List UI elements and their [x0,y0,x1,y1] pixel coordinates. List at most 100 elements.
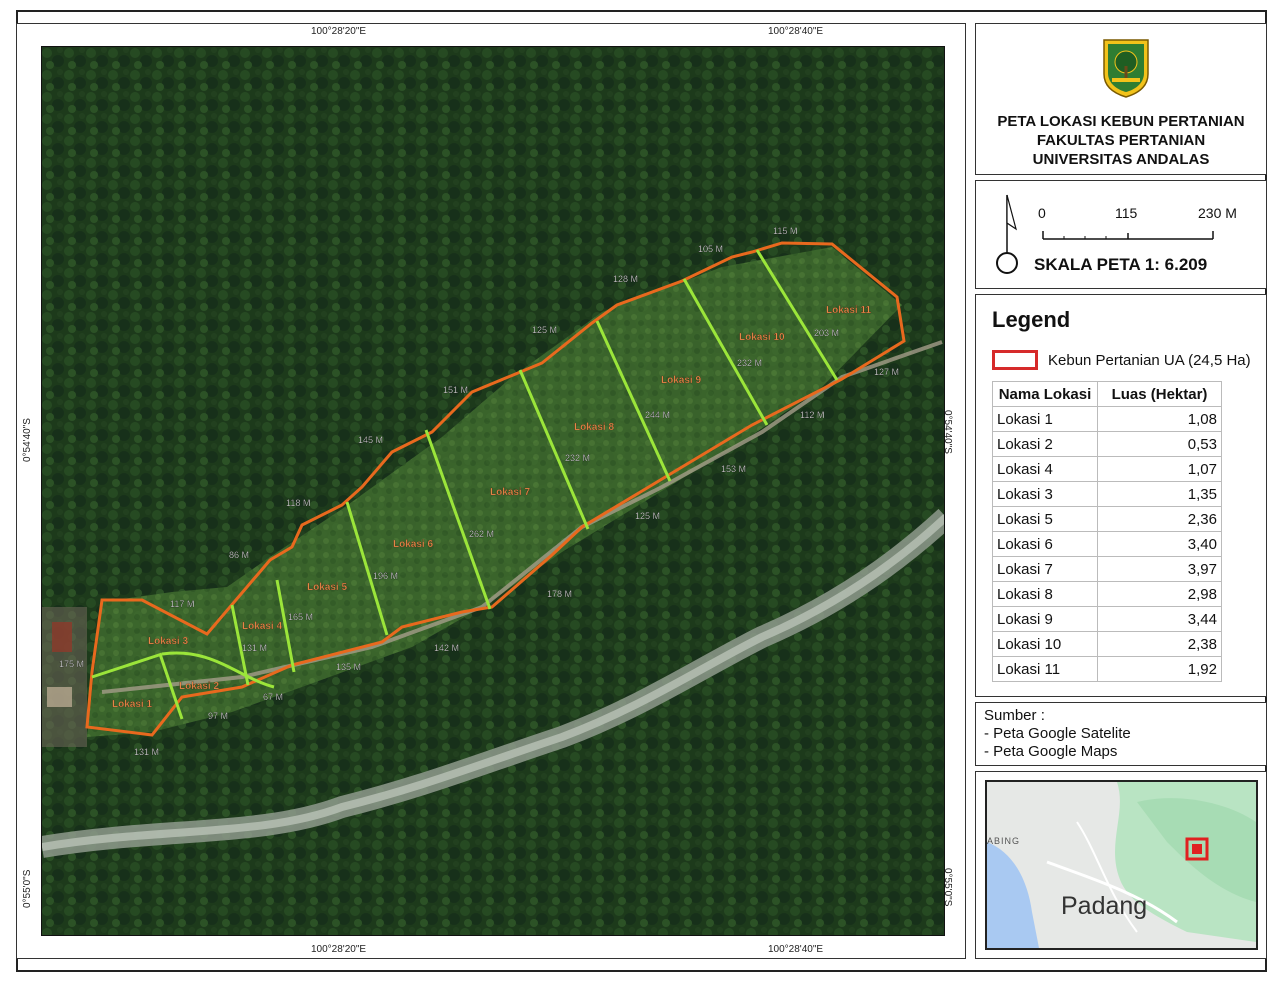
cell-luas: 3,97 [1097,556,1222,582]
lot-label: Lokasi 8 [574,422,614,433]
measure-label: 262 M [469,529,494,539]
cell-luas: 1,08 [1097,406,1222,432]
measure-label: 127 M [874,367,899,377]
cell-luas: 3,40 [1097,531,1222,557]
measure-label: 112 M [800,410,824,420]
coord-left-upper: 0°54'40"S [22,418,33,462]
title-panel: PETA LOKASI KEBUN PERTANIAN FAKULTAS PER… [975,23,1267,175]
map-svg: Lokasi 1 Lokasi 2 Lokasi 3 Lokasi 4 Loka… [42,47,944,935]
measure-label: 115 M [773,226,797,236]
inset-panel: ABING Padang [975,771,1267,959]
measure-label: 125 M [635,511,660,521]
lot-label: Lokasi 11 [826,305,871,316]
cell-lokasi: Lokasi 2 [992,431,1098,457]
measure-label: 131 M [134,747,159,757]
table-row: Lokasi 8 2,98 [992,581,1222,607]
coord-bottom-left: 100°28'20"E [311,944,367,955]
measure-label: 125 M [532,325,557,335]
lot-label: Lokasi 6 [393,539,433,550]
scale-tick-1: 115 [1115,205,1138,221]
cell-luas: 1,07 [1097,456,1222,482]
cell-lokasi: Lokasi 3 [992,481,1098,507]
measure-label: 97 M [208,711,228,721]
lot-label: Lokasi 1 [112,699,152,710]
measure-label: 117 M [170,599,194,609]
table-row: Lokasi 11 1,92 [992,656,1222,682]
title-line-1: PETA LOKASI KEBUN PERTANIAN [997,113,1245,130]
coord-top-right: 100°28'40"E [768,26,824,37]
table-row: Lokasi 7 3,97 [992,556,1222,582]
coord-bottom-right: 100°28'40"E [768,944,824,955]
measure-label: 175 M [59,659,84,669]
cell-lokasi: Lokasi 6 [992,531,1098,557]
measure-label: 203 M [814,328,839,338]
table-header: Nama Lokasi [992,381,1098,407]
measure-label: 232 M [565,453,590,463]
inset-map[interactable]: ABING Padang [985,780,1258,950]
scale-tick-0: 0 [1038,205,1046,221]
measure-label: 196 M [373,571,398,581]
inset-city-label: Padang [1061,892,1147,920]
table-row: Lokasi 9 3,44 [992,606,1222,632]
cell-luas: 2,38 [1097,631,1222,657]
cell-lokasi: Lokasi 9 [992,606,1098,632]
table-row: Lokasi 5 2,36 [992,506,1222,532]
map-title: PETA LOKASI KEBUN PERTANIAN FAKULTAS PER… [976,112,1266,169]
cell-lokasi: Lokasi 11 [992,656,1098,682]
title-line-3: UNIVERSITAS ANDALAS [1032,151,1210,168]
cell-luas: 2,98 [1097,581,1222,607]
coord-top-left: 100°28'20"E [311,26,367,37]
measure-label: 244 M [645,410,670,420]
cell-lokasi: Lokasi 1 [992,406,1098,432]
measure-label: 165 M [288,612,313,622]
cell-lokasi: Lokasi 10 [992,631,1098,657]
measure-label: 135 M [336,662,361,672]
source-item: - Peta Google Maps [984,743,1118,760]
table-row: Lokasi 3 1,35 [992,481,1222,507]
cell-lokasi: Lokasi 7 [992,556,1098,582]
legend-title: Legend [992,307,1071,332]
inset-map-svg: ABING Padang [987,782,1256,948]
table-row: Lokasi 1 1,08 [992,406,1222,432]
cell-luas: 3,44 [1097,606,1222,632]
measure-label: 151 M [443,385,468,395]
measure-label: 86 M [229,550,249,560]
area-table: Nama Lokasi Luas (Hektar) Lokasi 1 1,08 L… [992,381,1222,682]
coord-left-lower: 0°55'0"S [22,869,33,908]
measure-label: 105 M [698,244,723,254]
lot-label: Lokasi 5 [307,582,347,593]
table-row: Lokasi 2 0,53 [992,431,1222,457]
measure-label: 128 M [613,274,638,284]
satellite-map[interactable]: Lokasi 1 Lokasi 2 Lokasi 3 Lokasi 4 Loka… [41,46,945,936]
cell-luas: 2,36 [1097,506,1222,532]
title-line-2: FAKULTAS PERTANIAN [1036,132,1206,149]
scale-tick-2: 230 M [1198,205,1237,221]
scale-bar [1042,227,1214,240]
table-row: Lokasi 6 3,40 [992,531,1222,557]
lot-label: Lokasi 10 [739,332,785,343]
cell-lokasi: Lokasi 4 [992,456,1098,482]
measure-label: 178 M [547,589,572,599]
table-row: Lokasi 4 1,07 [992,456,1222,482]
sources-heading: Sumber : [984,707,1045,724]
lot-label: Lokasi 3 [148,636,188,647]
legend-panel: Legend Kebun Pertanian UA (24,5 Ha) Nama… [975,294,1267,697]
table-header-row: Nama Lokasi Luas (Hektar) [992,381,1222,407]
cell-luas: 0,53 [1097,431,1222,457]
lot-label: Lokasi 9 [661,375,701,386]
legend-swatch [992,350,1038,370]
measure-label: 145 M [358,435,383,445]
cell-luas: 1,92 [1097,656,1222,682]
source-item: - Peta Google Satelite [984,725,1131,742]
lot-label: Lokasi 4 [242,621,282,632]
cell-lokasi: Lokasi 5 [992,506,1098,532]
university-emblem-icon [1100,36,1152,98]
scale-panel: 0 115 230 M SKALA PETA 1: 6.209 [975,180,1267,289]
lot-label: Lokasi 7 [490,487,530,498]
measure-label: 67 M [263,692,283,702]
measure-label: 153 M [721,464,746,474]
scale-text: SKALA PETA 1: 6.209 [1034,255,1208,274]
lot-label: Lokasi 2 [179,681,219,692]
measure-label: 131 M [242,643,267,653]
cell-luas: 1,35 [1097,481,1222,507]
